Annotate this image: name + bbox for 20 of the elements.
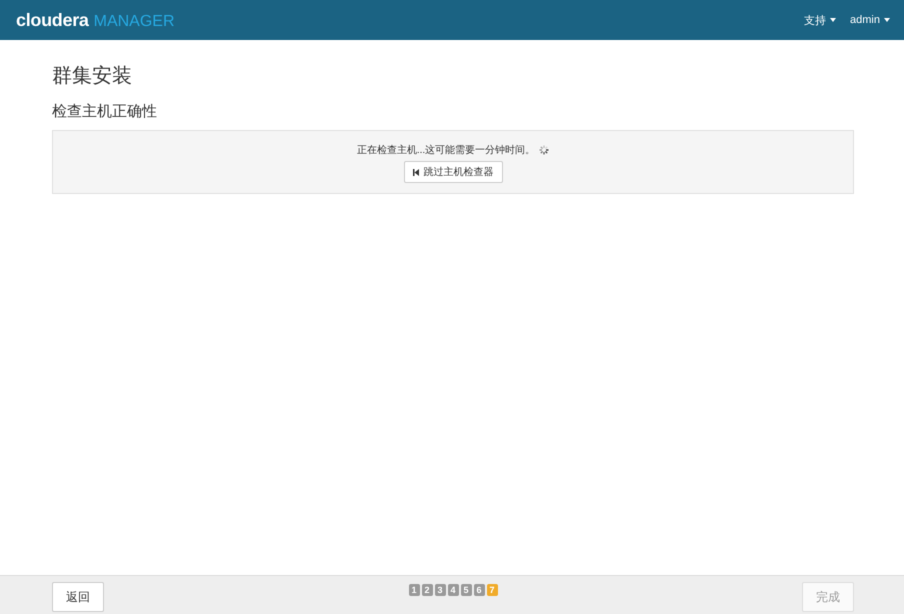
page-title: 群集安装 (52, 64, 133, 89)
status-message: 正在检查主机...这可能需要一分钟时间。 (356, 144, 536, 157)
skip-icon (412, 168, 418, 176)
step-indicator: 6 (474, 584, 484, 596)
step-indicator: 4 (448, 584, 458, 596)
menu-dropdown[interactable]: 支持 (790, 12, 836, 28)
section-title: 检查主机正确性 (52, 102, 158, 122)
spinner-icon (539, 145, 550, 155)
product-name: MANAGER (94, 12, 175, 30)
back-button[interactable]: 返回 (52, 582, 104, 612)
skip-button[interactable]: 跳过主机检查器 (404, 161, 502, 183)
step-indicator: 3 (434, 584, 446, 596)
step-indicator: 5 (460, 584, 472, 596)
step-indicator: 2 (422, 584, 432, 596)
step-indicator: 7 (486, 584, 498, 596)
brand-logo[interactable]: cloudera (16, 10, 89, 30)
menu-dropdown[interactable]: admin (836, 14, 890, 26)
step-indicator: 1 (408, 584, 420, 596)
caret-icon (830, 18, 836, 22)
caret-icon (884, 18, 890, 22)
